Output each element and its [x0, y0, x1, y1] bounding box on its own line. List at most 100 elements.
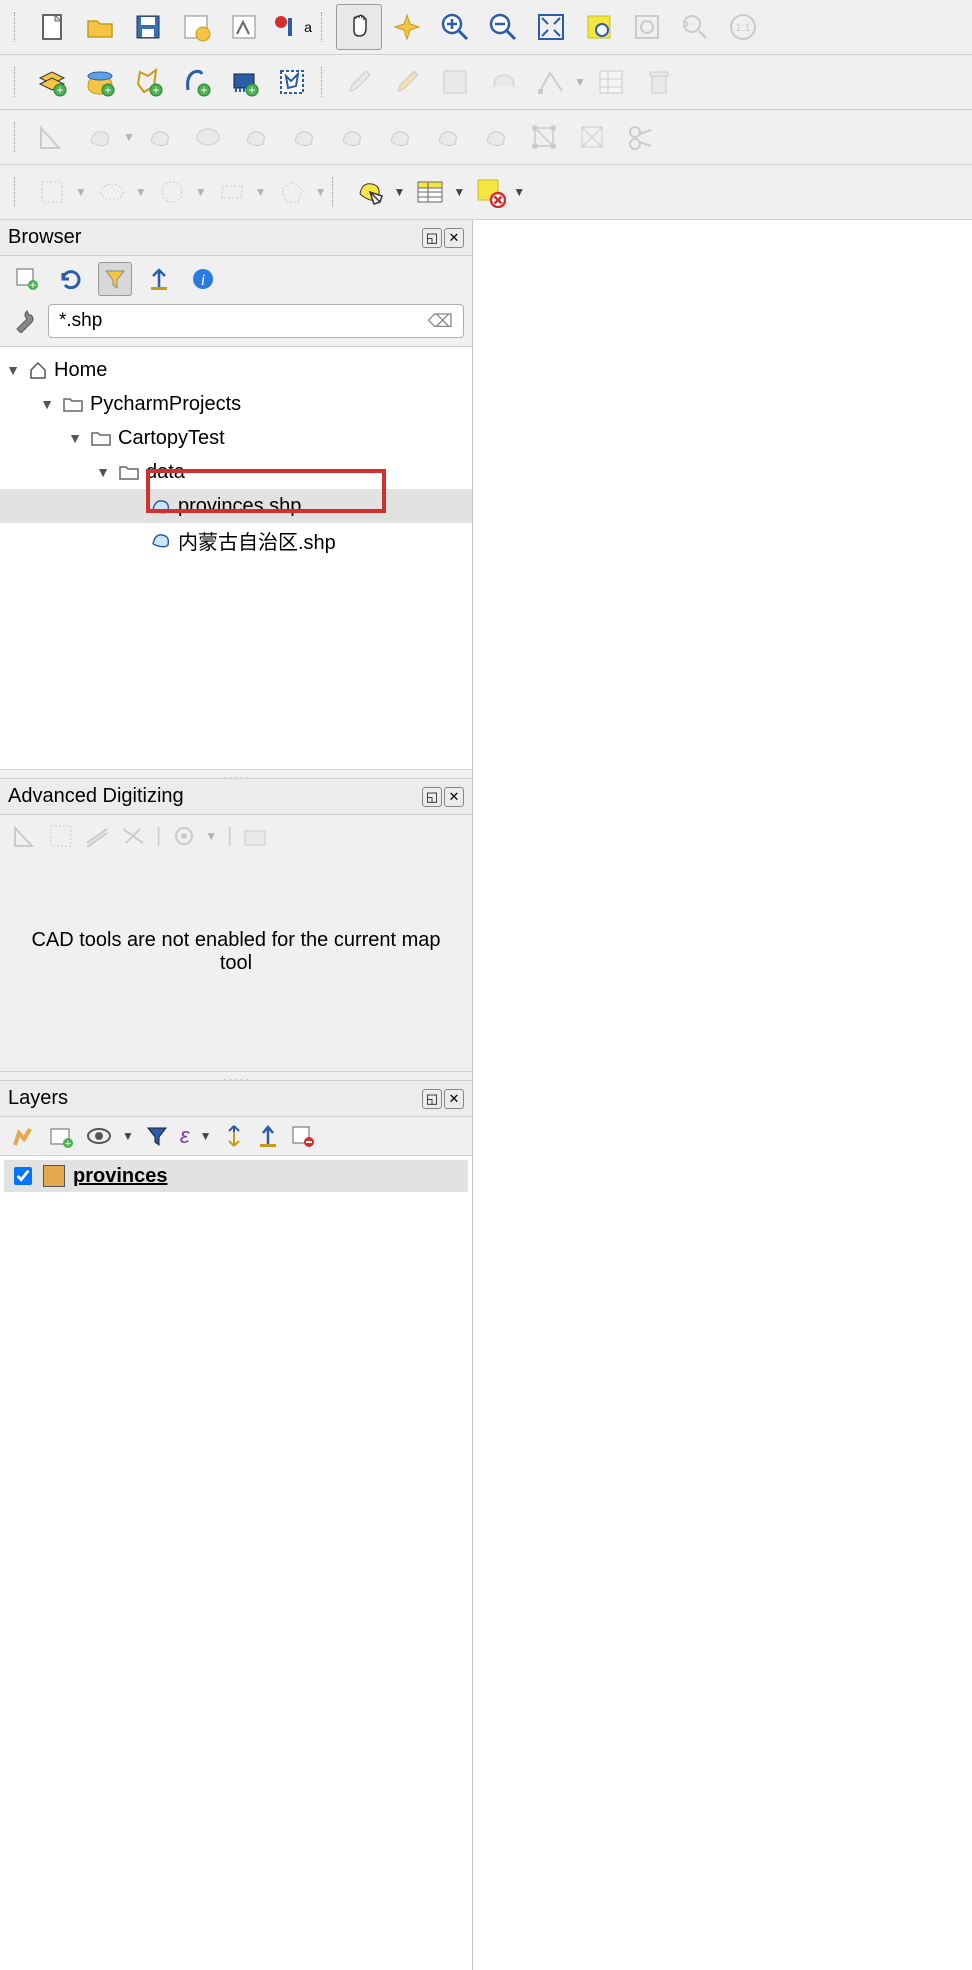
shape-digitize-1[interactable]	[77, 114, 123, 160]
dropdown-arrow-icon[interactable]: ▼	[135, 185, 147, 199]
zoom-last-button[interactable]	[672, 4, 718, 50]
dropdown-arrow-icon[interactable]: ▼	[75, 185, 87, 199]
edit-pencil-button[interactable]	[384, 59, 430, 105]
expand-toggle[interactable]: ▼	[66, 430, 84, 446]
dropdown-arrow-icon[interactable]: ▼	[453, 185, 465, 199]
panel-close-button[interactable]: ✕	[444, 1089, 464, 1109]
delete-selected-button[interactable]	[636, 59, 682, 105]
cad-enable-button[interactable]	[29, 114, 75, 160]
properties-button[interactable]: i	[186, 262, 220, 296]
data-source-manager-button[interactable]: +	[29, 59, 75, 105]
tree-item-home[interactable]: ▼ Home	[0, 353, 472, 387]
shape-digitize-5[interactable]	[281, 114, 327, 160]
ellipse-tool-button[interactable]	[89, 169, 135, 215]
shape-digitize-4[interactable]	[233, 114, 279, 160]
layers-list[interactable]: provinces	[0, 1155, 472, 1970]
panel-float-button[interactable]: ◱	[422, 787, 442, 807]
new-virtual-button[interactable]	[269, 59, 315, 105]
style-layer-icon[interactable]	[10, 1123, 36, 1149]
add-group-icon[interactable]: +	[48, 1123, 74, 1149]
dropdown-arrow-icon[interactable]: ▼	[255, 185, 267, 199]
visibility-icon[interactable]	[86, 1126, 112, 1146]
wrench-icon[interactable]	[8, 304, 42, 338]
modify-attributes-button[interactable]	[588, 59, 634, 105]
expand-toggle[interactable]: ▼	[94, 464, 112, 480]
panel-splitter[interactable]: . . . . .	[0, 769, 472, 779]
map-canvas[interactable]	[473, 220, 972, 1970]
circle-tool-button[interactable]	[29, 169, 75, 215]
rectangle-tool-button[interactable]	[149, 169, 195, 215]
new-spatialite-button[interactable]: +	[173, 59, 219, 105]
save-project-button[interactable]	[125, 4, 171, 50]
remove-layer-icon[interactable]	[291, 1125, 315, 1147]
annotation-button[interactable]: a	[269, 4, 315, 50]
zoom-out-button[interactable]	[480, 4, 526, 50]
new-print-layout-button[interactable]	[173, 4, 219, 50]
zoom-native-button[interactable]: 1:1	[720, 4, 766, 50]
collapse-all-icon[interactable]	[257, 1124, 279, 1148]
dropdown-arrow-icon[interactable]: ▼	[195, 185, 207, 199]
expand-toggle[interactable]: ▼	[38, 396, 56, 412]
new-geopackage-button[interactable]: +	[77, 59, 123, 105]
dropdown-arrow-icon[interactable]: ▼	[315, 185, 327, 199]
layer-visibility-checkbox[interactable]	[14, 1167, 32, 1185]
dropdown-arrow-icon[interactable]: ▼	[393, 185, 405, 199]
panel-float-button[interactable]: ◱	[422, 1089, 442, 1109]
zoom-to-layer-button[interactable]	[624, 4, 670, 50]
expand-all-icon[interactable]	[223, 1124, 245, 1148]
layer-item[interactable]: provinces	[4, 1160, 468, 1192]
edit-toggle-button[interactable]	[336, 59, 382, 105]
new-shapefile-button[interactable]: +	[125, 59, 171, 105]
open-project-button[interactable]	[77, 4, 123, 50]
panel-close-button[interactable]: ✕	[444, 787, 464, 807]
zoom-full-button[interactable]	[528, 4, 574, 50]
shape-digitize-6[interactable]	[329, 114, 375, 160]
add-feature-button[interactable]	[480, 59, 526, 105]
dropdown-arrow-icon[interactable]: ▼	[122, 1129, 134, 1143]
filter-button[interactable]	[98, 262, 132, 296]
browser-tree[interactable]: ▼ Home ▼ PycharmProjects ▼ CartopyTest ▼…	[0, 346, 472, 769]
pan-to-selection-button[interactable]	[384, 4, 430, 50]
topo-node-button[interactable]	[521, 114, 567, 160]
shape-digitize-8[interactable]	[425, 114, 471, 160]
select-by-value-button[interactable]	[407, 169, 453, 215]
collapse-all-button[interactable]	[142, 262, 176, 296]
zoom-to-selection-button[interactable]	[576, 4, 622, 50]
zoom-in-button[interactable]	[432, 4, 478, 50]
deselect-all-button[interactable]	[467, 169, 513, 215]
panel-close-button[interactable]: ✕	[444, 228, 464, 248]
refresh-button[interactable]	[54, 262, 88, 296]
pan-map-button[interactable]	[336, 4, 382, 50]
tree-item-folder[interactable]: ▼ PycharmProjects	[0, 387, 472, 421]
dropdown-arrow-icon[interactable]: ▼	[574, 75, 586, 89]
filter-legend-icon[interactable]	[146, 1125, 168, 1147]
panel-splitter[interactable]: . . . . .	[0, 1071, 472, 1081]
tree-item-folder[interactable]: ▼ data	[0, 455, 472, 489]
dropdown-arrow-icon[interactable]: ▼	[200, 1129, 212, 1143]
expression-filter-icon[interactable]: ε	[180, 1123, 190, 1149]
shape-digitize-2[interactable]	[137, 114, 183, 160]
dropdown-arrow-icon[interactable]: ▼	[123, 130, 135, 144]
save-edits-button[interactable]	[432, 59, 478, 105]
new-project-button[interactable]	[29, 4, 75, 50]
style-manager-button[interactable]	[221, 4, 267, 50]
tree-item-shp[interactable]: 内蒙古自治区.shp	[0, 523, 472, 557]
split-parts-button[interactable]	[617, 114, 663, 160]
tree-item-folder[interactable]: ▼ CartopyTest	[0, 421, 472, 455]
clear-filter-icon[interactable]: ⌫	[428, 311, 453, 332]
new-memory-button[interactable]: +	[221, 59, 267, 105]
select-features-button[interactable]	[347, 169, 393, 215]
panel-float-button[interactable]: ◱	[422, 228, 442, 248]
topo-snap-button[interactable]	[569, 114, 615, 160]
dropdown-arrow-icon[interactable]: ▼	[513, 185, 525, 199]
expand-toggle[interactable]: ▼	[4, 362, 22, 378]
polygon-tool-button[interactable]	[209, 169, 255, 215]
shape-digitize-3[interactable]	[185, 114, 231, 160]
add-layer-button[interactable]: +	[10, 262, 44, 296]
vertex-tool-button[interactable]	[528, 59, 574, 105]
filter-input[interactable]: *.shp ⌫	[48, 304, 464, 338]
shape-digitize-7[interactable]	[377, 114, 423, 160]
regular-polygon-button[interactable]	[269, 169, 315, 215]
shape-digitize-9[interactable]	[473, 114, 519, 160]
tree-item-shp-selected[interactable]: provinces.shp	[0, 489, 472, 523]
